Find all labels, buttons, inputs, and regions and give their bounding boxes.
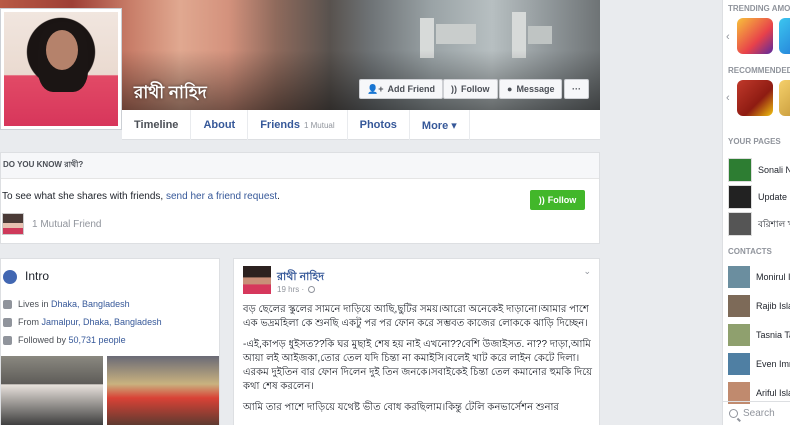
mutual-count: 1 Mutual (303, 120, 335, 130)
game-icon[interactable] (779, 18, 790, 54)
rss-icon: )) (451, 84, 457, 94)
game-icon[interactable] (737, 18, 773, 54)
tab-friends[interactable]: Friends 1 Mutual (248, 110, 348, 140)
add-friend-button[interactable]: 👤+ Add Friend (359, 79, 443, 99)
page-logo (728, 212, 752, 236)
intro-title: Intro (25, 269, 50, 283)
message-label: Message (516, 84, 555, 94)
post-paragraph: -এই,কাপড় ধুইসত??কি ঘর মুছাই শেষ হয় নাই… (243, 339, 593, 392)
trending-heading: TRENDING AMONG (728, 4, 790, 13)
rss-icon (3, 335, 12, 345)
game-icon[interactable] (737, 80, 773, 116)
page-item[interactable]: বরিশাল খ (728, 212, 790, 236)
home-icon (3, 299, 12, 309)
intro-photo[interactable] (107, 356, 219, 425)
messenger-icon: ● (507, 84, 513, 94)
avatar (728, 266, 750, 288)
contact-item[interactable]: Monirul I (728, 266, 790, 288)
your-pages-heading: YOUR PAGES (728, 137, 781, 146)
do-you-know-title: DO YOU KNOW রাথী? (1, 153, 599, 179)
profile-picture[interactable] (0, 8, 122, 130)
profile-tabs: Timeline About Friends 1 Mutual Photos Mo… (122, 110, 600, 140)
tab-photos[interactable]: Photos (348, 110, 410, 140)
globe-icon (3, 270, 17, 284)
lives-in-link[interactable]: Dhaka, Bangladesh (51, 299, 130, 309)
page-logo (728, 185, 752, 209)
from-row: From Jamalpur, Dhaka, Bangladesh (3, 317, 162, 327)
chat-search-input[interactable]: Search (723, 401, 790, 425)
timeline-post: রাথী নাহিদ 19 hrs · ⌄ বড় ছেলের স্কুলের … (233, 258, 600, 425)
mutual-friends-row[interactable]: 1 Mutual Friend (2, 212, 101, 236)
profile-name[interactable]: রাথী নাহিদ (134, 80, 207, 108)
search-icon (729, 409, 738, 418)
avatar (2, 213, 24, 235)
more-options-button[interactable]: ··· (564, 79, 589, 99)
page-item[interactable]: Sonali N (728, 158, 790, 182)
do-you-know-card: DO YOU KNOW রাথী? To see what she shares… (0, 152, 600, 244)
tab-about[interactable]: About (191, 110, 249, 140)
contact-item[interactable]: Tasnia Ta (728, 324, 790, 346)
page-item[interactable]: Update E (728, 185, 790, 209)
chevron-down-icon[interactable]: ⌄ (583, 266, 591, 277)
contacts-heading: CONTACTS (728, 247, 772, 256)
avatar[interactable] (243, 266, 271, 294)
page-gutter (600, 0, 722, 425)
send-friend-request-link[interactable]: send her a friend request (166, 191, 277, 202)
from-link[interactable]: Jamalpur, Dhaka, Bangladesh (42, 317, 162, 327)
contact-item[interactable]: Rajib Isla (728, 295, 790, 317)
post-timestamp[interactable]: 19 hrs · (277, 285, 316, 294)
add-friend-icon: 👤+ (367, 83, 384, 94)
post-paragraph: আমি তার পাশে দাড়িয়ে যথেষ্ট ভীত বোধ করছ… (243, 402, 559, 413)
intro-card: Intro Lives in Dhaka, Bangladesh From Ja… (0, 258, 220, 425)
chevron-left-icon[interactable]: ‹ (726, 31, 730, 43)
post-body: বড় ছেলের স্কুলের সামনে দাড়িয়ে আছি,ছুট… (243, 303, 595, 422)
more-options-label: ··· (572, 84, 581, 94)
profile-column: রাথী নাহিদ 👤+ Add Friend )) Follow ● Mes… (0, 0, 600, 425)
followed-by-row: Followed by 50,731 people (3, 335, 126, 345)
followers-link[interactable]: 50,731 people (69, 335, 126, 345)
mutual-friends-label: 1 Mutual Friend (32, 218, 102, 230)
avatar (728, 353, 750, 375)
right-sidebar: TRENDING AMONG ‹ RECOMMENDED ‹ YOUR PAGE… (722, 0, 790, 425)
rss-icon: )) (538, 195, 545, 205)
page-logo (728, 158, 752, 182)
contact-item[interactable]: Even Imm (728, 353, 790, 375)
post-paragraph: বড় ছেলের স্কুলের সামনে দাড়িয়ে আছি,ছুট… (243, 304, 589, 329)
avatar (728, 324, 750, 346)
message-button[interactable]: ● Message (499, 79, 563, 99)
follow-button[interactable]: )) Follow (443, 79, 498, 99)
add-friend-label: Add Friend (387, 84, 435, 94)
chevron-left-icon[interactable]: ‹ (726, 92, 730, 104)
location-pin-icon (3, 317, 12, 327)
follow-label: Follow (461, 84, 490, 94)
avatar (728, 295, 750, 317)
search-placeholder: Search (743, 408, 775, 419)
game-icon[interactable] (779, 80, 790, 116)
follow-green-button[interactable]: )) Follow (530, 190, 585, 210)
tab-more[interactable]: More ▾ (410, 110, 470, 140)
intro-photo[interactable] (1, 356, 103, 425)
tab-timeline[interactable]: Timeline (122, 110, 192, 140)
recommended-heading: RECOMMENDED (728, 66, 790, 75)
friend-request-prompt: To see what she shares with friends, sen… (2, 191, 280, 202)
public-globe-icon (308, 286, 316, 293)
lives-in-row: Lives in Dhaka, Bangladesh (3, 299, 130, 309)
